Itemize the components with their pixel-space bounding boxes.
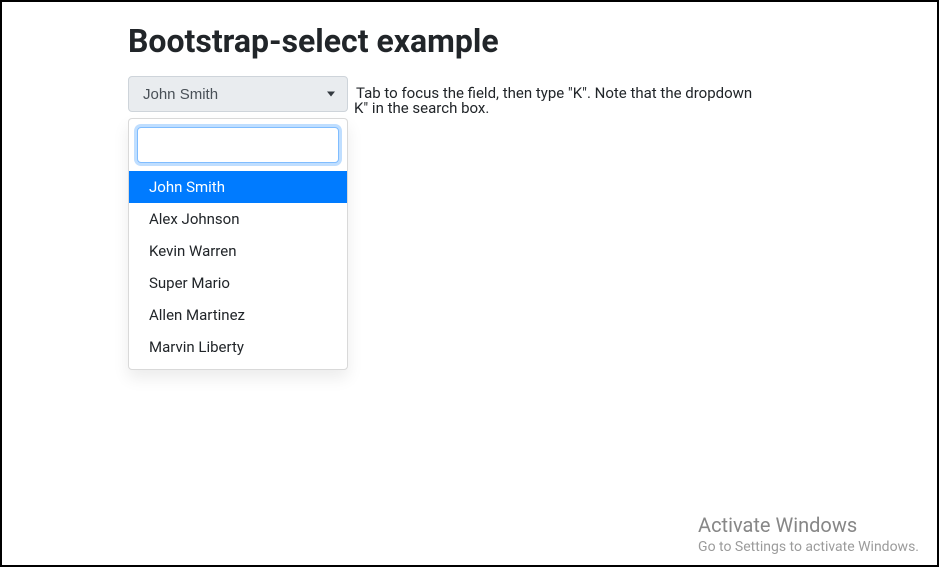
instruction-text-line2: K" in the search box. (354, 99, 489, 117)
windows-activation-watermark: Activate Windows Go to Settings to activ… (698, 513, 919, 555)
select-wrapper: John Smith John SmithAlex JohnsonKevin W… (128, 76, 348, 112)
select-selected-label: John Smith (143, 86, 218, 103)
dropdown-menu: John SmithAlex JohnsonKevin WarrenSuper … (128, 118, 348, 370)
dropdown-item[interactable]: John Smith (129, 171, 347, 203)
watermark-title: Activate Windows (698, 513, 919, 537)
dropdown-item[interactable]: Alex Johnson (129, 203, 347, 235)
dropdown-item[interactable]: Marvin Liberty (129, 331, 347, 363)
watermark-subtitle: Go to Settings to activate Windows. (698, 539, 919, 555)
dropdown-item[interactable]: Super Mario (129, 267, 347, 299)
chevron-down-icon (327, 92, 335, 97)
dropdown-search-input[interactable] (137, 127, 339, 163)
dropdown-item[interactable]: Allen Martinez (129, 299, 347, 331)
select-toggle-button[interactable]: John Smith (128, 76, 348, 112)
dropdown-item[interactable]: Kevin Warren (129, 235, 347, 267)
page-title: Bootstrap-select example (128, 22, 937, 60)
dropdown-list: John SmithAlex JohnsonKevin WarrenSuper … (129, 171, 347, 363)
